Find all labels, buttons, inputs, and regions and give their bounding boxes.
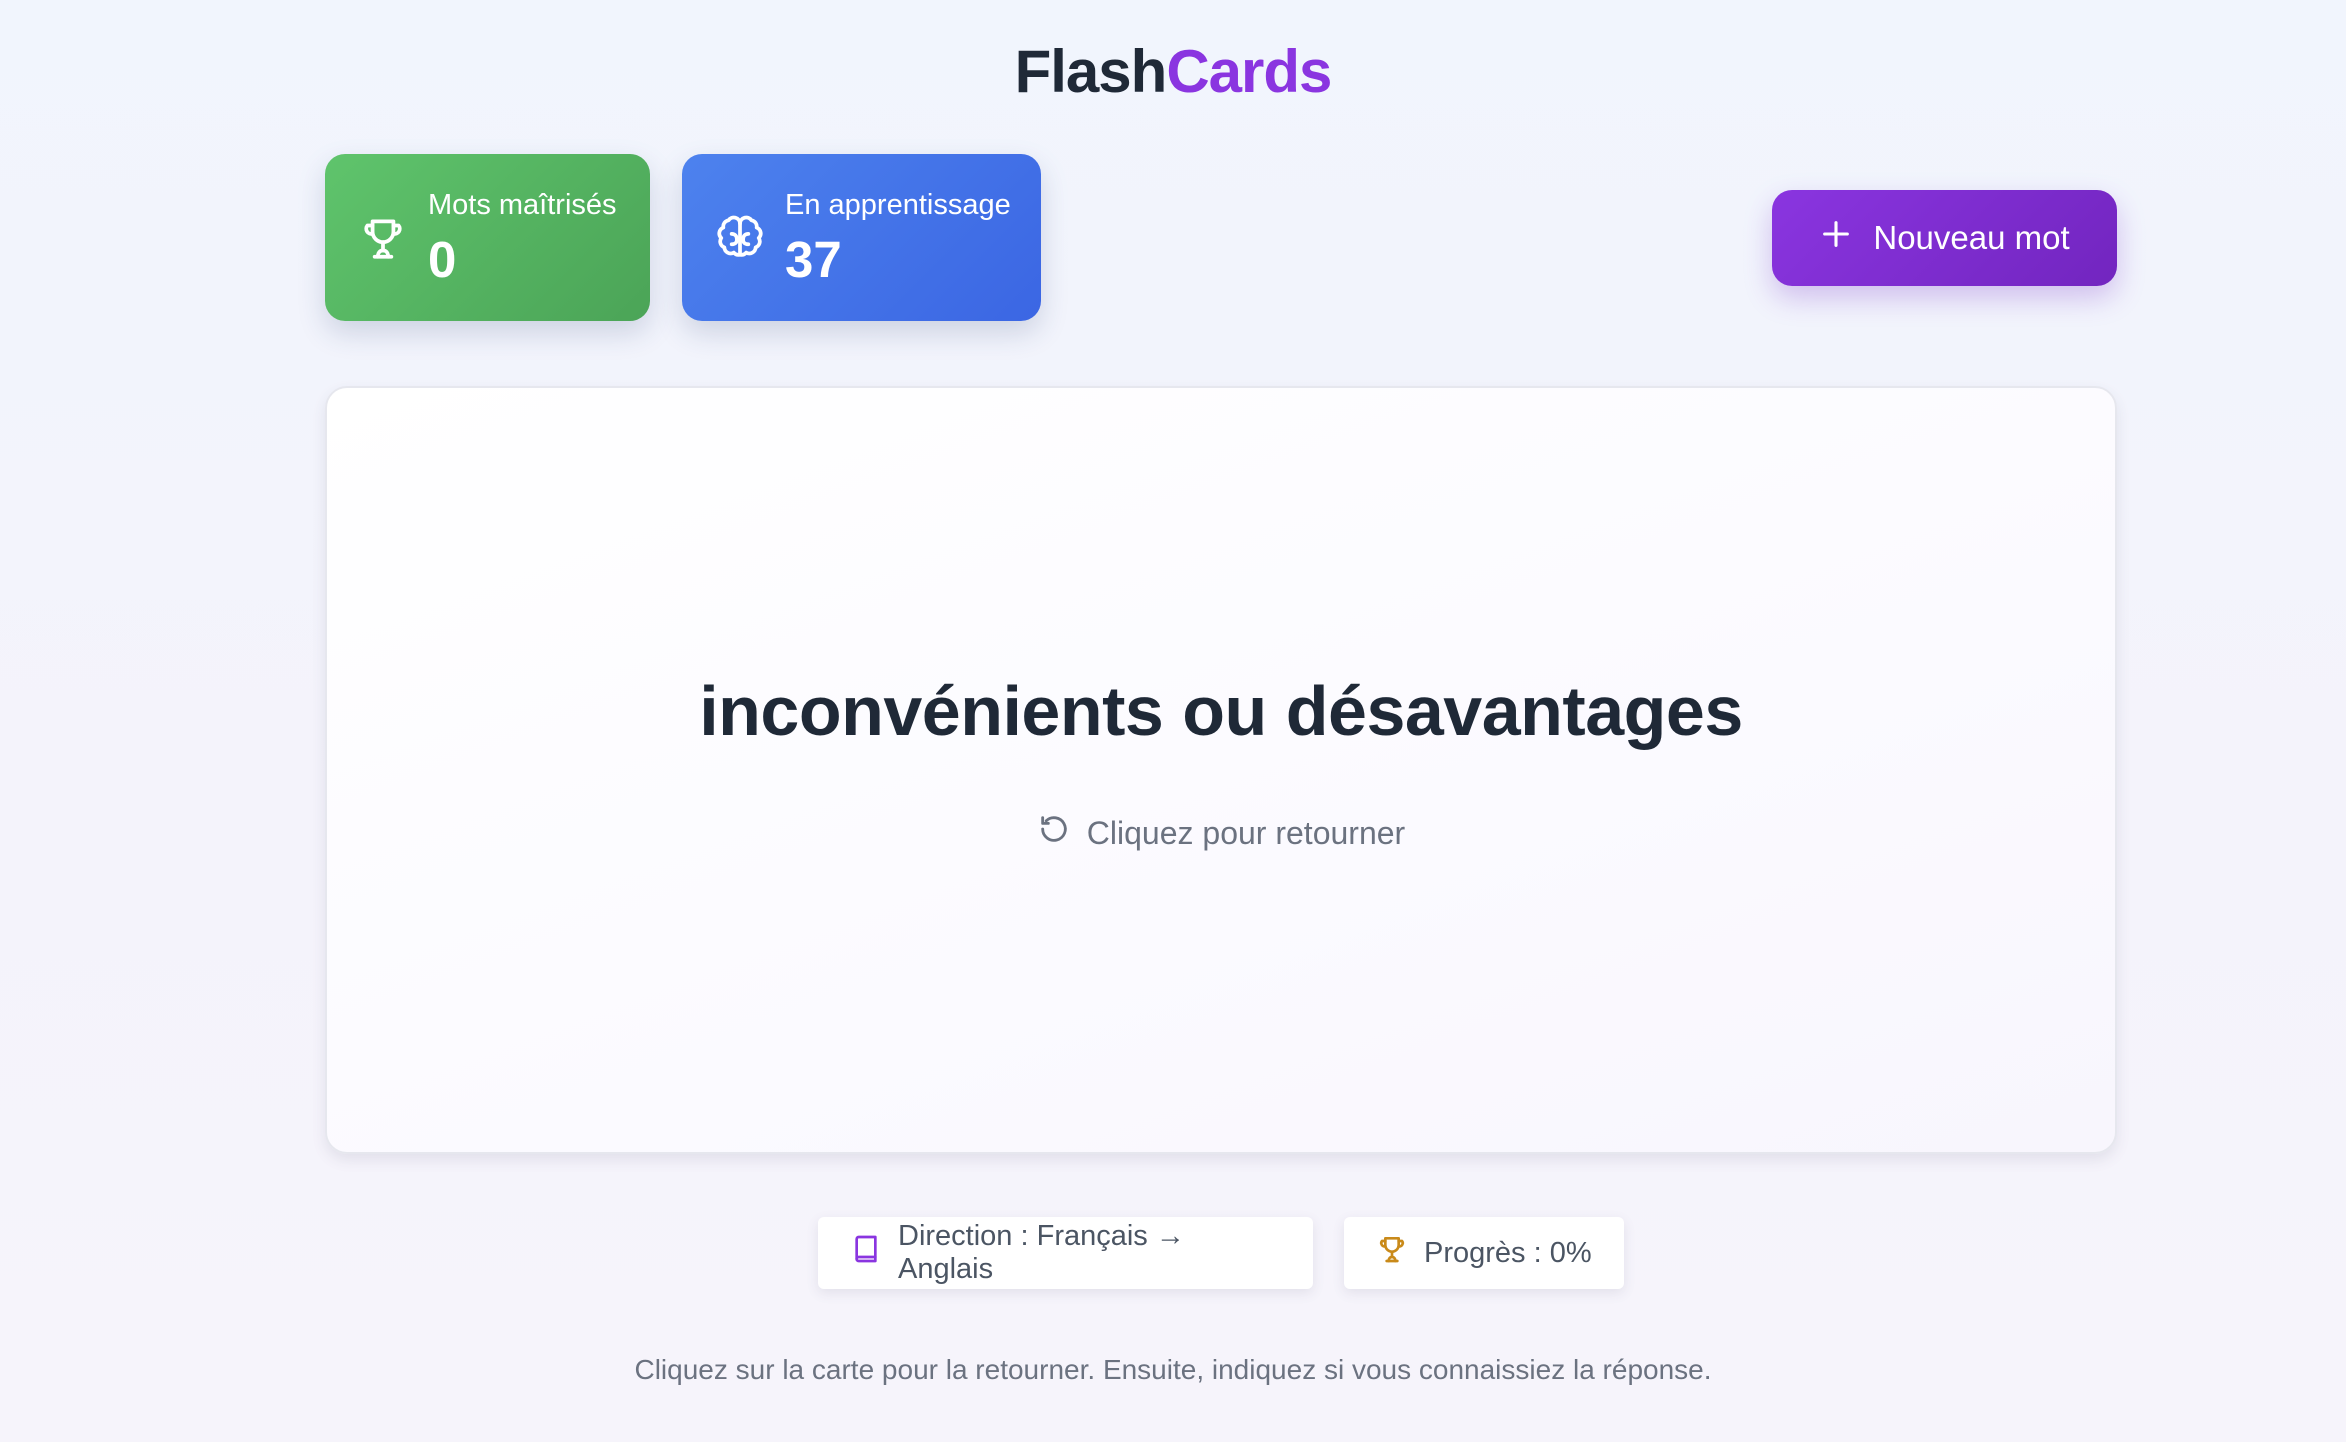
direction-text: Direction : Français → Anglais xyxy=(898,1220,1185,1285)
flashcard-word: inconvénients ou désavantages xyxy=(699,672,1743,750)
app-title: FlashCards xyxy=(0,36,2346,108)
brain-icon xyxy=(715,213,765,263)
flip-hint-text: Cliquez pour retourner xyxy=(1086,814,1406,851)
app-title-cards: Cards xyxy=(1166,38,1332,105)
learning-words-label: En apprentissage xyxy=(785,188,1011,221)
direction-badge: Direction : Français → Anglais xyxy=(818,1217,1313,1289)
mastered-words-label: Mots maîtrisés xyxy=(428,188,617,221)
new-word-button[interactable]: Nouveau mot xyxy=(1772,190,2117,286)
progress-text: Progrès : 0% xyxy=(1424,1236,1592,1269)
learning-words-card: En apprentissage 37 xyxy=(682,154,1041,321)
plus-icon xyxy=(1819,217,1853,259)
learning-words-count: 37 xyxy=(785,230,842,288)
mastered-words-card: Mots maîtrisés 0 xyxy=(325,154,650,321)
book-icon xyxy=(850,1233,882,1273)
new-word-label: Nouveau mot xyxy=(1873,219,2070,256)
trophy-icon xyxy=(358,213,408,263)
rotate-icon xyxy=(1037,812,1071,854)
flip-hint: Cliquez pour retourner xyxy=(327,812,2115,854)
trophy-icon xyxy=(1376,1233,1408,1273)
instructions-text: Cliquez sur la carte pour la retourner. … xyxy=(634,1354,1712,1385)
flashcard[interactable]: inconvénients ou désavantages Cliquez po… xyxy=(325,386,2117,1154)
mastered-words-count: 0 xyxy=(428,230,457,288)
app-title-flash: Flash xyxy=(1014,38,1168,105)
progress-badge: Progrès : 0% xyxy=(1344,1217,1624,1289)
